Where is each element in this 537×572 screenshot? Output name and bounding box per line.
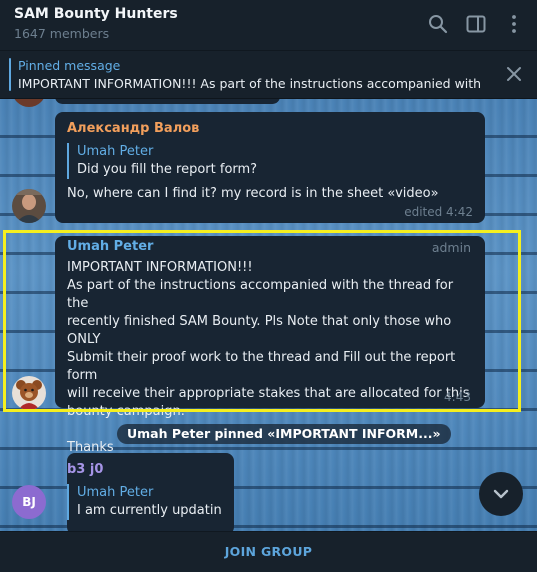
- pinned-title: Pinned message: [18, 58, 121, 73]
- message-sender[interactable]: b3 j0: [67, 462, 103, 477]
- message-text: No, where can I find it? my record is in…: [67, 186, 439, 201]
- reply-text: Did you fill the report form?: [77, 162, 258, 177]
- pin-accent-line: [9, 58, 11, 91]
- avatar[interactable]: [12, 99, 46, 107]
- message-bubble[interactable]: b3 j0 Umah Peter I am currently updatin.…: [67, 453, 234, 531]
- reply-text: I am currently updatin...: [77, 503, 222, 518]
- message-sender[interactable]: Александр Валов: [67, 121, 199, 136]
- message-line: bounty campaign.: [67, 404, 185, 419]
- sidebar-toggle-icon[interactable]: [464, 12, 488, 36]
- member-count: 1647 members: [14, 26, 110, 41]
- close-icon[interactable]: [503, 63, 525, 85]
- reply-quote[interactable]: Umah Peter Did you fill the report form?: [67, 143, 477, 179]
- footer-bar: JOIN GROUP: [0, 531, 537, 570]
- avatar[interactable]: [12, 189, 46, 223]
- pinned-message-bar[interactable]: Pinned message IMPORTANT INFORMATION!!! …: [0, 51, 537, 99]
- join-group-button[interactable]: JOIN GROUP: [0, 532, 537, 570]
- more-vertical-icon[interactable]: [502, 12, 526, 36]
- search-icon[interactable]: [426, 12, 450, 36]
- message-time: edited 4:42: [404, 205, 473, 219]
- message-bubble[interactable]: Александр Валов Umah Peter Did you fill …: [55, 112, 485, 223]
- message-sender[interactable]: Umah Peter: [67, 239, 153, 254]
- admin-badge: admin: [431, 240, 471, 255]
- message-bubble[interactable]: Umah Peter admin IMPORTANT INFORMATION!!…: [55, 236, 485, 455]
- message-line: As part of the instructions accompanied …: [67, 278, 454, 311]
- service-message-pinned[interactable]: Umah Peter pinned «IMPORTANT INFORM...»: [117, 424, 451, 444]
- chevron-down-icon: [493, 489, 509, 499]
- reply-author: Umah Peter: [77, 485, 154, 500]
- message-line: Submit their proof work to the thread an…: [67, 350, 456, 383]
- avatar-initials[interactable]: BJ: [12, 485, 46, 519]
- message-line: will receive their appropriate stakes th…: [67, 386, 470, 401]
- pinned-text: IMPORTANT INFORMATION!!! As part of the …: [18, 76, 480, 91]
- reply-quote[interactable]: Umah Peter I am currently updatin...: [67, 484, 222, 520]
- chat-area[interactable]: Александр Валов Umah Peter Did you fill …: [0, 99, 537, 531]
- message-bubble-partial: [55, 99, 280, 104]
- scroll-down-button[interactable]: [479, 472, 523, 516]
- message-line: recently finished SAM Bounty. Pls Note t…: [67, 314, 452, 347]
- teddy-bear-avatar[interactable]: [12, 376, 46, 410]
- message-line: IMPORTANT INFORMATION!!!: [67, 260, 253, 275]
- chat-header: SAM Bounty Hunters 1647 members: [0, 0, 537, 51]
- reply-author: Umah Peter: [77, 144, 154, 159]
- chat-title[interactable]: SAM Bounty Hunters: [14, 6, 178, 22]
- message-time: 4:43: [444, 390, 471, 404]
